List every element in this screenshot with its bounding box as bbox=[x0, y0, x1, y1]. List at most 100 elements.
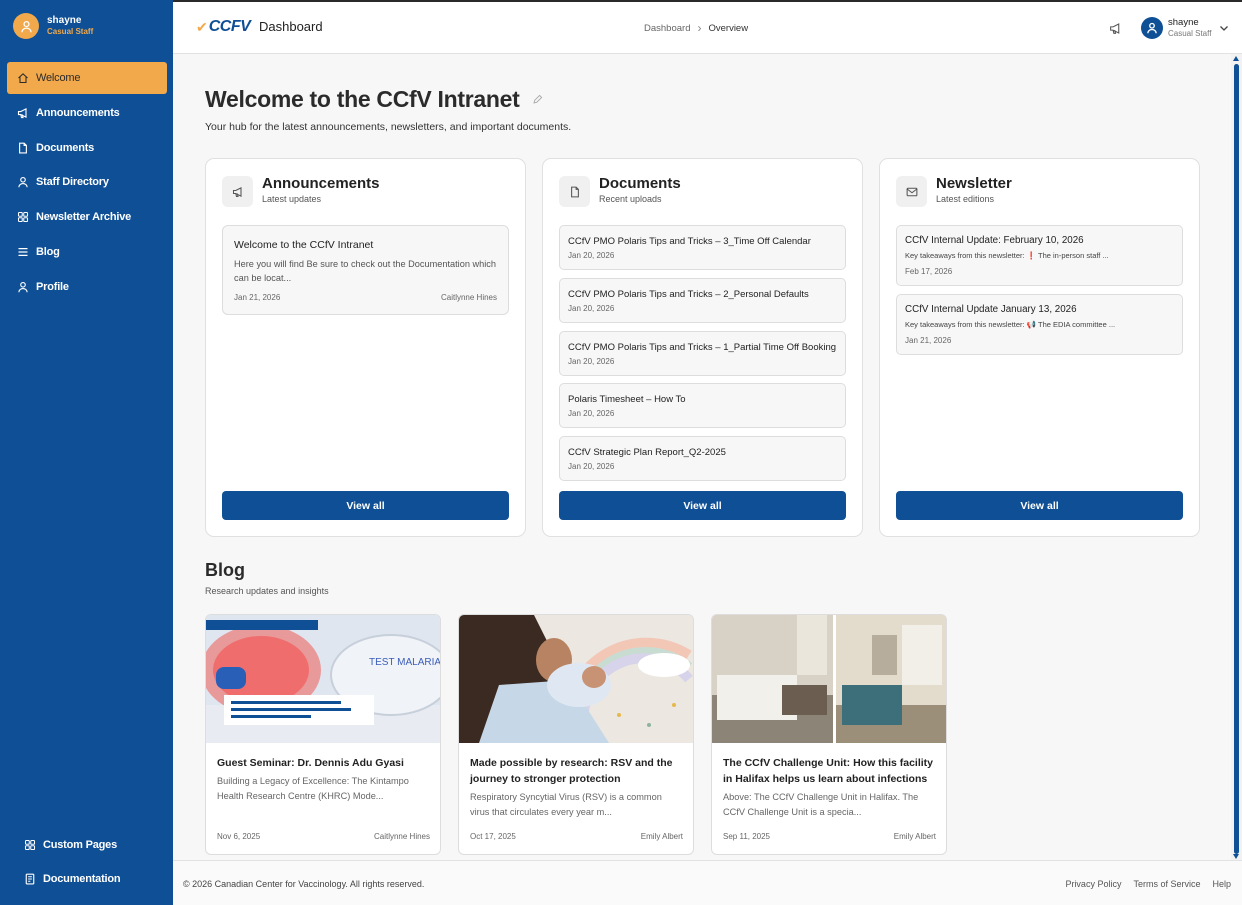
header-title: Dashboard bbox=[259, 19, 323, 34]
scroll-down-arrow-icon[interactable] bbox=[1233, 854, 1239, 859]
sidebar-item-blog[interactable]: Blog bbox=[7, 236, 167, 268]
document-title: CCfV PMO Polaris Tips and Tricks – 3_Tim… bbox=[568, 236, 811, 247]
page-subtitle: Your hub for the latest announcements, n… bbox=[205, 121, 572, 133]
footer-link-help[interactable]: Help bbox=[1212, 879, 1231, 889]
document-item[interactable]: Polaris Timesheet – How To Jan 20, 2026 bbox=[559, 383, 846, 428]
card-title: Newsletter bbox=[936, 175, 1012, 192]
sidebar-item-announcements[interactable]: Announcements bbox=[7, 97, 167, 129]
sidebar-item-label: Staff Directory bbox=[36, 176, 109, 189]
home-icon bbox=[18, 73, 28, 84]
newsletter-date: Feb 17, 2026 bbox=[905, 267, 953, 276]
announcement-excerpt: Here you will find Be sure to check out … bbox=[234, 259, 496, 283]
sidebar-item-staff-directory[interactable]: Staff Directory bbox=[7, 166, 167, 198]
announcement-author: Caitlynne Hines bbox=[440, 293, 497, 302]
newsletter-date: Jan 21, 2026 bbox=[905, 336, 952, 345]
sidebar: shayne Casual Staff Welcome Announcement… bbox=[0, 0, 173, 905]
document-item[interactable]: CCfV Strategic Plan Report_Q2-2025 Jan 2… bbox=[559, 436, 846, 481]
card-icon-box bbox=[222, 176, 253, 207]
sidebar-item-documentation[interactable]: Documentation bbox=[14, 863, 164, 895]
header-user-menu[interactable]: shayne Casual Staff bbox=[1141, 17, 1229, 39]
avatar bbox=[13, 13, 39, 39]
breadcrumb-dashboard[interactable]: Dashboard bbox=[644, 23, 690, 34]
blog-post-author: Caitlynne Hines bbox=[373, 832, 430, 841]
mail-icon bbox=[906, 187, 917, 196]
megaphone-icon bbox=[232, 186, 242, 197]
blog-section-subtitle: Research updates and insights bbox=[205, 586, 329, 596]
megaphone-icon bbox=[17, 107, 27, 118]
sidebar-item-label: Profile bbox=[36, 280, 69, 293]
sidebar-item-newsletter-archive[interactable]: Newsletter Archive bbox=[7, 201, 167, 233]
blog-post-author: Emily Albert bbox=[893, 832, 936, 841]
scroll-up-arrow-icon[interactable] bbox=[1233, 56, 1239, 61]
breadcrumb: Dashboard › Overview bbox=[644, 21, 748, 35]
announcement-date: Jan 21, 2026 bbox=[234, 293, 281, 302]
blog-post-excerpt: Building a Legacy of Excellence: The Kin… bbox=[217, 776, 409, 801]
footer: © 2026 Canadian Center for Vaccinology. … bbox=[173, 860, 1242, 905]
blog-post-card[interactable]: The CCfV Challenge Unit: How this facili… bbox=[711, 614, 947, 855]
blog-post-card[interactable]: Made possible by research: RSV and the j… bbox=[458, 614, 694, 855]
footer-link-privacy[interactable]: Privacy Policy bbox=[1065, 879, 1121, 889]
document-date: Jan 20, 2026 bbox=[568, 462, 615, 471]
sidebar-item-label: Documentation bbox=[43, 873, 121, 885]
announcements-card: Announcements Latest updates Welcome to … bbox=[205, 158, 526, 537]
ccfv-logo[interactable]: ✔ CCFV bbox=[196, 18, 251, 36]
scrollbar-thumb[interactable] bbox=[1234, 64, 1239, 854]
blog-post-title: Guest Seminar: Dr. Dennis Adu Gyasi bbox=[217, 757, 404, 769]
newsletter-item[interactable]: CCfV Internal Update January 13, 2026 Ke… bbox=[896, 294, 1183, 355]
main-scrollbar[interactable] bbox=[1231, 54, 1242, 860]
newsletter-excerpt: Key takeaways from this newsletter: 📢 Th… bbox=[905, 320, 1116, 329]
blog-post-date: Nov 6, 2025 bbox=[217, 832, 261, 841]
blog-post-excerpt: Above: The CCfV Challenge Unit in Halifa… bbox=[723, 792, 919, 817]
view-all-announcements-button[interactable]: View all bbox=[222, 491, 509, 520]
view-all-documents-button[interactable]: View all bbox=[559, 491, 846, 520]
top-header: ✔ CCFV Dashboard Dashboard › Overview sh… bbox=[173, 0, 1242, 54]
document-item[interactable]: CCfV PMO Polaris Tips and Tricks – 1_Par… bbox=[559, 331, 846, 376]
blog-post-title: Made possible by research: RSV and the j… bbox=[470, 757, 673, 785]
blog-section-title: Blog bbox=[205, 560, 245, 580]
sidebar-item-profile[interactable]: Profile bbox=[7, 271, 167, 303]
newsletter-excerpt: Key takeaways from this newsletter: ❗ Th… bbox=[905, 251, 1109, 260]
chevron-right-icon: › bbox=[697, 21, 702, 35]
pencil-icon[interactable] bbox=[532, 94, 543, 105]
document-item[interactable]: CCfV PMO Polaris Tips and Tricks – 2_Per… bbox=[559, 278, 846, 323]
view-all-newsletters-button[interactable]: View all bbox=[896, 491, 1183, 520]
blog-post-date: Oct 17, 2025 bbox=[470, 832, 516, 841]
app: shayne Casual Staff Welcome Announcement… bbox=[0, 0, 1242, 905]
blog-post-card[interactable]: TEST MALARIA 50% Guest Seminar: Dr. Denn… bbox=[205, 614, 441, 855]
list-icon bbox=[18, 248, 28, 256]
blog-post-image bbox=[459, 615, 693, 743]
card-title: Documents bbox=[599, 175, 681, 192]
sidebar-item-custom-pages[interactable]: Custom Pages bbox=[14, 829, 164, 861]
document-date: Jan 20, 2026 bbox=[568, 251, 615, 260]
avatar bbox=[1141, 17, 1163, 39]
card-title: Announcements bbox=[262, 175, 380, 192]
main-content: Welcome to the CCfV Intranet Your hub fo… bbox=[173, 54, 1231, 860]
sidebar-user[interactable]: shayne Casual Staff bbox=[13, 13, 93, 39]
megaphone-icon[interactable] bbox=[1109, 22, 1122, 35]
document-title: CCfV PMO Polaris Tips and Tricks – 1_Par… bbox=[568, 342, 837, 353]
sidebar-item-label: Blog bbox=[36, 245, 60, 258]
card-icon-box bbox=[559, 176, 590, 207]
documents-card: Documents Recent uploads CCfV PMO Polari… bbox=[542, 158, 863, 537]
announcement-item[interactable]: Welcome to the CCfV Intranet Here you wi… bbox=[222, 225, 509, 315]
newsletter-item[interactable]: CCfV Internal Update: February 10, 2026 … bbox=[896, 225, 1183, 286]
sidebar-item-documents[interactable]: Documents bbox=[7, 132, 167, 164]
user-icon bbox=[20, 20, 32, 32]
header-user-name: shayne bbox=[1168, 17, 1199, 28]
document-date: Jan 20, 2026 bbox=[568, 304, 615, 313]
logo-text: CCFV bbox=[208, 18, 251, 35]
file-icon bbox=[19, 142, 27, 154]
footer-link-terms[interactable]: Terms of Service bbox=[1133, 879, 1200, 889]
blog-post-image: TEST MALARIA 50% bbox=[206, 615, 440, 743]
sidebar-nav: Welcome Announcements Documents Staff Di… bbox=[7, 62, 167, 306]
sidebar-item-welcome[interactable]: Welcome bbox=[7, 62, 167, 94]
logo-wing-icon: ✔ bbox=[196, 18, 208, 35]
newsletter-card: Newsletter Latest editions CCfV Internal… bbox=[879, 158, 1200, 537]
card-subtitle: Latest editions bbox=[936, 194, 995, 204]
card-icon-box bbox=[896, 176, 927, 207]
grid-icon bbox=[17, 212, 29, 223]
document-item[interactable]: CCfV PMO Polaris Tips and Tricks – 3_Tim… bbox=[559, 225, 846, 270]
grid-icon bbox=[24, 839, 36, 851]
blog-post-excerpt: Respiratory Syncytial Virus (RSV) is a c… bbox=[470, 792, 662, 817]
sidebar-item-label: Newsletter Archive bbox=[36, 211, 132, 224]
